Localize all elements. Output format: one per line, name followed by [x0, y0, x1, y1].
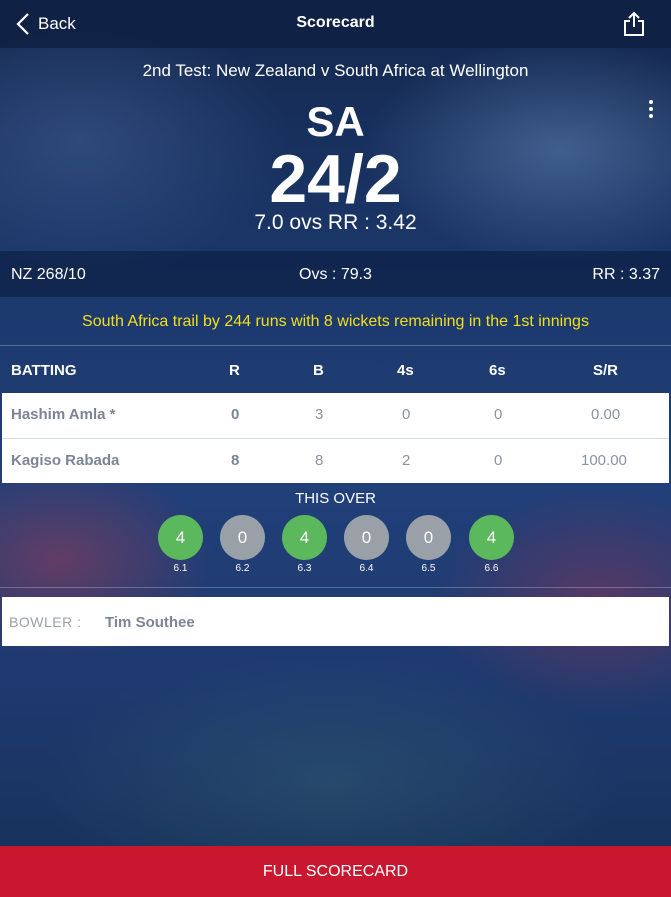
- full-scorecard-button[interactable]: FULL SCORECARD: [0, 846, 671, 897]
- top-bar: Back Scorecard: [0, 0, 671, 48]
- ball-number: 6.3: [297, 563, 312, 574]
- ball-circle: 0: [406, 515, 451, 560]
- opponent-run-rate: RR : 3.37: [592, 266, 660, 283]
- sixes-header: 6s: [489, 362, 506, 379]
- share-icon[interactable]: [623, 11, 645, 37]
- ball-circle: 4: [469, 515, 514, 560]
- batsman-name: Hashim Amla *: [11, 406, 116, 423]
- batsman-sixes: 0: [494, 406, 503, 423]
- runs-header: R: [229, 362, 240, 379]
- ball-number: 6.4: [359, 563, 374, 574]
- batting-header-row: BATTING R B 4s 6s S/R: [0, 362, 671, 384]
- bowler-row[interactable]: BOWLER : Tim Southee: [2, 597, 669, 646]
- bowler-name: Tim Southee: [105, 614, 195, 631]
- overs-run-rate: 7.0 ovs RR : 3.42: [254, 211, 417, 234]
- batsman-runs: 8: [231, 452, 240, 469]
- batsman-balls: 3: [315, 406, 324, 423]
- ball-circle: 0: [220, 515, 265, 560]
- balls-header: B: [313, 362, 324, 379]
- batting-team: SA: [306, 98, 365, 145]
- ball-number: 6.6: [484, 563, 499, 574]
- ball-number: 6.2: [235, 563, 250, 574]
- batsman-runs: 0: [231, 406, 240, 423]
- batsman-strike-rate: 100.00: [581, 452, 627, 469]
- opponent-summary-band: NZ 268/10 Ovs : 79.3 RR : 3.37: [0, 251, 671, 297]
- batsman-fours: 0: [402, 406, 411, 423]
- divider: [0, 345, 671, 346]
- batting-header-label: BATTING: [11, 362, 77, 379]
- ball-circle: 4: [158, 515, 203, 560]
- opponent-overs: Ovs : 79.3: [299, 266, 372, 283]
- table-row[interactable]: Kagiso Rabada 8 8 2 0 100.00: [2, 439, 669, 483]
- strike-rate-header: S/R: [593, 362, 619, 379]
- team-score: 24/2: [269, 141, 402, 217]
- fours-header: 4s: [397, 362, 414, 379]
- page-title: Scorecard: [296, 14, 375, 31]
- batsman-strike-rate: 0.00: [591, 406, 621, 423]
- ball-number: 6.5: [421, 563, 436, 574]
- ball-circle: 0: [344, 515, 389, 560]
- ball-circle: 4: [282, 515, 327, 560]
- batsman-name: Kagiso Rabada: [11, 452, 120, 469]
- bowler-label: BOWLER :: [9, 614, 82, 630]
- table-row[interactable]: Hashim Amla * 0 3 0 0 0.00: [2, 393, 669, 439]
- match-title: 2nd Test: New Zealand v South Africa at …: [142, 61, 529, 80]
- batsman-fours: 2: [402, 452, 411, 469]
- batsman-sixes: 0: [494, 452, 503, 469]
- this-over-label: THIS OVER: [295, 490, 376, 507]
- match-status-message: South Africa trail by 244 runs with 8 wi…: [82, 313, 589, 330]
- batting-table: Hashim Amla * 0 3 0 0 0.00 Kagiso Rabada…: [2, 393, 669, 483]
- ball-number: 6.1: [173, 563, 188, 574]
- batsman-balls: 8: [315, 452, 324, 469]
- divider: [0, 587, 671, 588]
